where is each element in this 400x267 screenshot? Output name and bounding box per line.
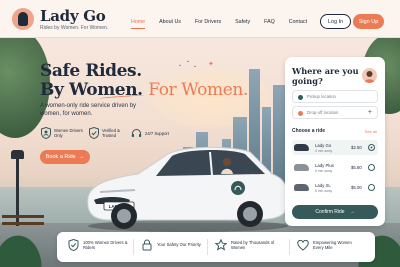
foreground-plant — [0, 227, 48, 267]
brand-name[interactable]: Lady Go — [40, 7, 106, 25]
trust-bar: 100% Women Drivers & Riders Your Safety … — [57, 232, 375, 262]
hero-title-line1: Safe Rides. — [40, 61, 142, 81]
add-stop-icon[interactable]: + — [368, 109, 372, 116]
trust-text: 100% Women Drivers & Riders — [83, 239, 128, 251]
booking-panel: Where are you going? Pickup location Dro… — [285, 57, 385, 226]
park-bench — [2, 215, 44, 225]
ride-price: $5.80 — [351, 165, 362, 170]
feature-women-drivers: Women Drivers Only — [40, 127, 86, 139]
see-all-link[interactable]: See all — [365, 129, 377, 134]
headset-icon — [131, 127, 142, 139]
ride-eta: 6 min away — [315, 169, 333, 173]
car-icon — [294, 164, 309, 171]
car-icon — [294, 144, 309, 151]
logo-icon[interactable] — [12, 8, 34, 30]
trust-item: Empowering Women Every Mile — [297, 239, 361, 251]
trust-text: Empowering Women Every Mile — [313, 239, 352, 251]
trust-item: Your Safety Our Priority — [141, 239, 205, 251]
feature-support: 24/7 Support — [131, 127, 177, 139]
top-navigation: Lady Go Rides by Women. For Women. Home … — [0, 0, 400, 38]
ride-name: Lady Plus — [315, 163, 334, 168]
hero-subtitle: A women-only ride service driven by wome… — [40, 103, 137, 117]
brand-tagline: Rides by Women. For Women. — [40, 25, 109, 31]
pickup-placeholder: Pickup location — [307, 94, 336, 99]
car-icon — [294, 184, 309, 191]
dropoff-pin-icon — [298, 111, 303, 116]
nav-link-faq[interactable]: FAQ — [264, 19, 275, 25]
arrow-right-icon: → — [349, 209, 355, 215]
avatar[interactable] — [362, 68, 377, 83]
nav-link-contact[interactable]: Contact — [289, 19, 307, 25]
login-button[interactable]: Log In — [320, 14, 351, 29]
divider — [133, 239, 134, 255]
dropoff-input[interactable]: Drop-off location + — [292, 106, 378, 119]
lock-icon — [141, 239, 153, 251]
shield-check-icon — [88, 127, 99, 139]
feature-label: Verified & Trusted — [102, 128, 120, 138]
feature-verified: Verified & Trusted — [88, 127, 134, 139]
confirm-ride-label: Confirm Ride — [315, 209, 345, 215]
dropoff-placeholder: Drop-off location — [307, 110, 339, 115]
street-lamp-head — [11, 150, 24, 159]
star-icon — [215, 239, 227, 251]
nav-link-drivers[interactable]: For Drivers — [195, 19, 221, 25]
trust-item: 100% Women Drivers & Riders — [67, 239, 131, 251]
feature-label: Women Drivers Only — [54, 128, 83, 138]
ride-radio[interactable] — [368, 144, 375, 151]
choose-ride-label: Choose a ride — [292, 128, 326, 134]
divider — [289, 239, 290, 255]
signup-button[interactable]: Sign Up — [353, 14, 384, 29]
hero-title-accent: For Women. — [148, 80, 248, 100]
ride-radio[interactable] — [368, 164, 375, 171]
book-ride-label: Book a Ride — [45, 154, 76, 160]
ride-option-lady-go[interactable]: Lady Go 4 min away $2.50 — [292, 140, 378, 155]
ride-option-lady-xl[interactable]: Lady XL 8 min away $5.00 — [292, 180, 378, 195]
car-illustration: LADY GO — [80, 140, 290, 232]
ride-price: $2.50 — [351, 145, 362, 150]
divider — [207, 239, 208, 255]
pickup-dot-icon — [298, 95, 303, 100]
nav-links: Home About Us For Drivers Safety FAQ Con… — [131, 19, 307, 29]
trust-item: Rated by Thousands of Women — [215, 239, 279, 251]
ride-name: Lady XL — [315, 183, 331, 188]
heart-icon — [297, 239, 309, 251]
ride-eta: 4 min away — [315, 149, 333, 153]
ride-radio[interactable] — [368, 184, 375, 191]
nav-link-home[interactable]: Home — [131, 19, 146, 29]
ride-price: $5.00 — [351, 185, 362, 190]
nav-link-about[interactable]: About Us — [159, 19, 181, 25]
nav-link-safety[interactable]: Safety — [235, 19, 250, 25]
feature-label: 24/7 Support — [145, 130, 169, 136]
trust-text: Your Safety Our Priority — [157, 242, 201, 248]
ride-option-lady-plus[interactable]: Lady Plus 6 min away $5.80 — [292, 160, 378, 175]
ride-eta: 8 min away — [315, 189, 333, 193]
shield-check-icon — [67, 239, 79, 251]
pickup-input[interactable]: Pickup location — [292, 90, 378, 103]
trust-text: Rated by Thousands of Women — [231, 239, 275, 251]
license-plate: LADY GO — [108, 203, 130, 209]
shield-user-icon — [40, 127, 51, 139]
hero-title: Safe Rides. By Women. For Women. — [40, 62, 248, 100]
ride-name: Lady Go — [315, 143, 332, 148]
confirm-ride-button[interactable]: Confirm Ride → — [292, 205, 378, 219]
